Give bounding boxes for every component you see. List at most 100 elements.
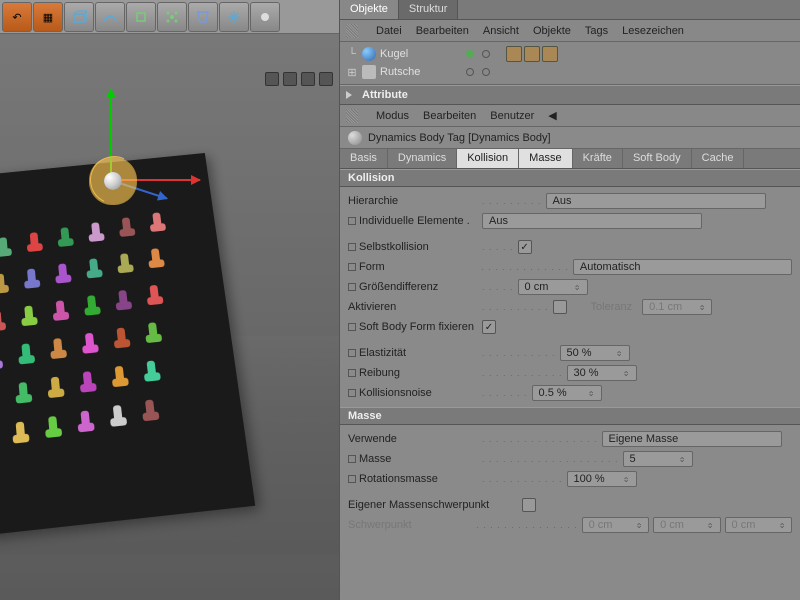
render-dot[interactable] xyxy=(482,68,490,76)
field-verwende[interactable]: Eigene Masse xyxy=(602,431,782,447)
object-manager-tabs: Objekte Struktur xyxy=(340,0,800,20)
ramp-object xyxy=(0,153,255,536)
null-icon xyxy=(362,65,376,79)
field-hierarchie[interactable]: Aus xyxy=(546,193,766,209)
field-toleranz: 0.1 cm xyxy=(642,299,712,315)
subtab-kollision[interactable]: Kollision xyxy=(457,149,519,168)
label-rotationsmasse: Rotationsmasse xyxy=(348,473,478,485)
viewport-toolbar: ↶ ▦ xyxy=(0,0,339,34)
collapse-arrow-icon[interactable] xyxy=(346,91,356,99)
label-reibung: Reibung xyxy=(348,367,478,379)
tag-icons xyxy=(506,46,558,62)
tag-name: Dynamics Body Tag [Dynamics Body] xyxy=(368,132,551,144)
grip-icon[interactable] xyxy=(346,24,358,38)
object-name[interactable]: Kugel xyxy=(380,48,460,60)
dynamics-tag-icon[interactable] xyxy=(506,46,522,62)
subtab-cache[interactable]: Cache xyxy=(692,149,745,168)
viewport-canvas[interactable] xyxy=(0,34,339,600)
label-elastizitaet: Elastizität xyxy=(348,347,478,359)
subtab-dynamics[interactable]: Dynamics xyxy=(388,149,457,168)
field-masse[interactable]: 5 xyxy=(623,451,693,467)
label-individuelle: Individuelle Elemente . xyxy=(348,215,478,227)
section-kollision: Kollision xyxy=(340,169,800,187)
menu-datei[interactable]: Datei xyxy=(376,25,402,37)
label-hierarchie: Hierarchie xyxy=(348,195,478,207)
subtab-softbody[interactable]: Soft Body xyxy=(623,149,692,168)
object-list: └ Kugel ⊞ Rutsche xyxy=(340,42,800,85)
object-row-kugel[interactable]: └ Kugel xyxy=(346,45,794,63)
render-dot[interactable] xyxy=(482,50,490,58)
attribute-subtabs: Basis Dynamics Kollision Masse Kräfte So… xyxy=(340,149,800,169)
tool-cube-icon[interactable] xyxy=(64,2,94,32)
sphere-object[interactable] xyxy=(104,172,122,190)
tool-array-icon[interactable] xyxy=(157,2,187,32)
tool-light-icon[interactable] xyxy=(250,2,280,32)
visibility-dot[interactable] xyxy=(466,50,474,58)
label-groessendiff: Größendifferenz xyxy=(348,281,478,293)
section-masse: Masse xyxy=(340,407,800,425)
tool-deform-icon[interactable] xyxy=(188,2,218,32)
subtab-kraefte[interactable]: Kräfte xyxy=(573,149,623,168)
field-rotationsmasse[interactable]: 100 % xyxy=(567,471,637,487)
object-manager-menu: Datei Bearbeiten Ansicht Objekte Tags Le… xyxy=(340,20,800,42)
viewport-3d[interactable]: ↶ ▦ xyxy=(0,0,340,600)
kollision-props: Hierarchie. . . . . . . . .Aus Individue… xyxy=(340,187,800,407)
object-name[interactable]: Rutsche xyxy=(380,66,460,78)
label-form: Form xyxy=(348,261,477,273)
tab-struktur[interactable]: Struktur xyxy=(399,0,459,19)
menu-tags[interactable]: Tags xyxy=(585,25,608,37)
label-aktivieren: Aktivieren xyxy=(348,301,478,313)
field-elastizitaet[interactable]: 50 % xyxy=(560,345,630,361)
viewport-nav-icons[interactable] xyxy=(265,72,333,86)
label-masse: Masse xyxy=(348,453,478,465)
field-schwerpunkt-y: 0 cm xyxy=(653,517,720,533)
field-reibung[interactable]: 30 % xyxy=(567,365,637,381)
subtab-masse[interactable]: Masse xyxy=(519,149,572,168)
tool-film-icon[interactable]: ▦ xyxy=(33,2,63,32)
attribute-header: Attribute xyxy=(340,85,800,105)
field-kollisionsnoise[interactable]: 0.5 % xyxy=(532,385,602,401)
menu-modus[interactable]: Modus xyxy=(376,110,409,122)
tool-spline-icon[interactable] xyxy=(95,2,125,32)
label-selbstkollision: Selbstkollision xyxy=(348,241,478,253)
field-individuelle[interactable]: Aus xyxy=(482,213,702,229)
field-schwerpunkt-x: 0 cm xyxy=(582,517,649,533)
menu-ansicht[interactable]: Ansicht xyxy=(483,25,519,37)
right-panel: Objekte Struktur Datei Bearbeiten Ansich… xyxy=(340,0,800,600)
back-arrow-icon[interactable]: ◀ xyxy=(548,109,556,122)
label-schwerpunkt: Schwerpunkt xyxy=(348,519,472,531)
menu-bearbeiten[interactable]: Bearbeiten xyxy=(423,110,476,122)
tool-nurbs-icon[interactable] xyxy=(126,2,156,32)
field-form[interactable]: Automatisch xyxy=(573,259,792,275)
menu-lesezeichen[interactable]: Lesezeichen xyxy=(622,25,684,37)
menu-bearbeiten[interactable]: Bearbeiten xyxy=(416,25,469,37)
grip-icon[interactable] xyxy=(346,109,358,123)
tag-icon[interactable] xyxy=(524,46,540,62)
expand-icon[interactable]: ⊞ xyxy=(346,66,358,79)
object-row-rutsche[interactable]: ⊞ Rutsche xyxy=(346,63,794,81)
label-softbodyfix: Soft Body Form fixieren xyxy=(348,321,478,333)
field-schwerpunkt-z: 0 cm xyxy=(725,517,792,533)
tool-undo-icon[interactable]: ↶ xyxy=(2,2,32,32)
menu-objekte[interactable]: Objekte xyxy=(533,25,571,37)
attribute-title: Attribute xyxy=(362,89,408,101)
attribute-menu: Modus Bearbeiten Benutzer ◀ xyxy=(340,105,800,127)
masse-props: Verwende. . . . . . . . . . . . . . . . … xyxy=(340,425,800,539)
checkbox-aktivieren[interactable] xyxy=(553,300,567,314)
expand-icon[interactable]: └ xyxy=(346,48,358,60)
label-kollisionsnoise: Kollisionsnoise xyxy=(348,387,478,399)
label-verwende: Verwende xyxy=(348,433,478,445)
menu-benutzer[interactable]: Benutzer xyxy=(490,110,534,122)
tool-snap-icon[interactable] xyxy=(219,2,249,32)
tag-icon[interactable] xyxy=(542,46,558,62)
tag-title-row: Dynamics Body Tag [Dynamics Body] xyxy=(340,127,800,149)
label-eigener: Eigener Massenschwerpunkt xyxy=(348,499,518,511)
label-toleranz: Toleranz xyxy=(591,301,633,313)
tab-objekte[interactable]: Objekte xyxy=(340,0,399,19)
checkbox-eigener[interactable] xyxy=(522,498,536,512)
field-groessendiff[interactable]: 0 cm xyxy=(518,279,588,295)
subtab-basis[interactable]: Basis xyxy=(340,149,388,168)
checkbox-selbstkollision[interactable] xyxy=(518,240,532,254)
visibility-dot[interactable] xyxy=(466,68,474,76)
checkbox-softbodyfix[interactable] xyxy=(482,320,496,334)
